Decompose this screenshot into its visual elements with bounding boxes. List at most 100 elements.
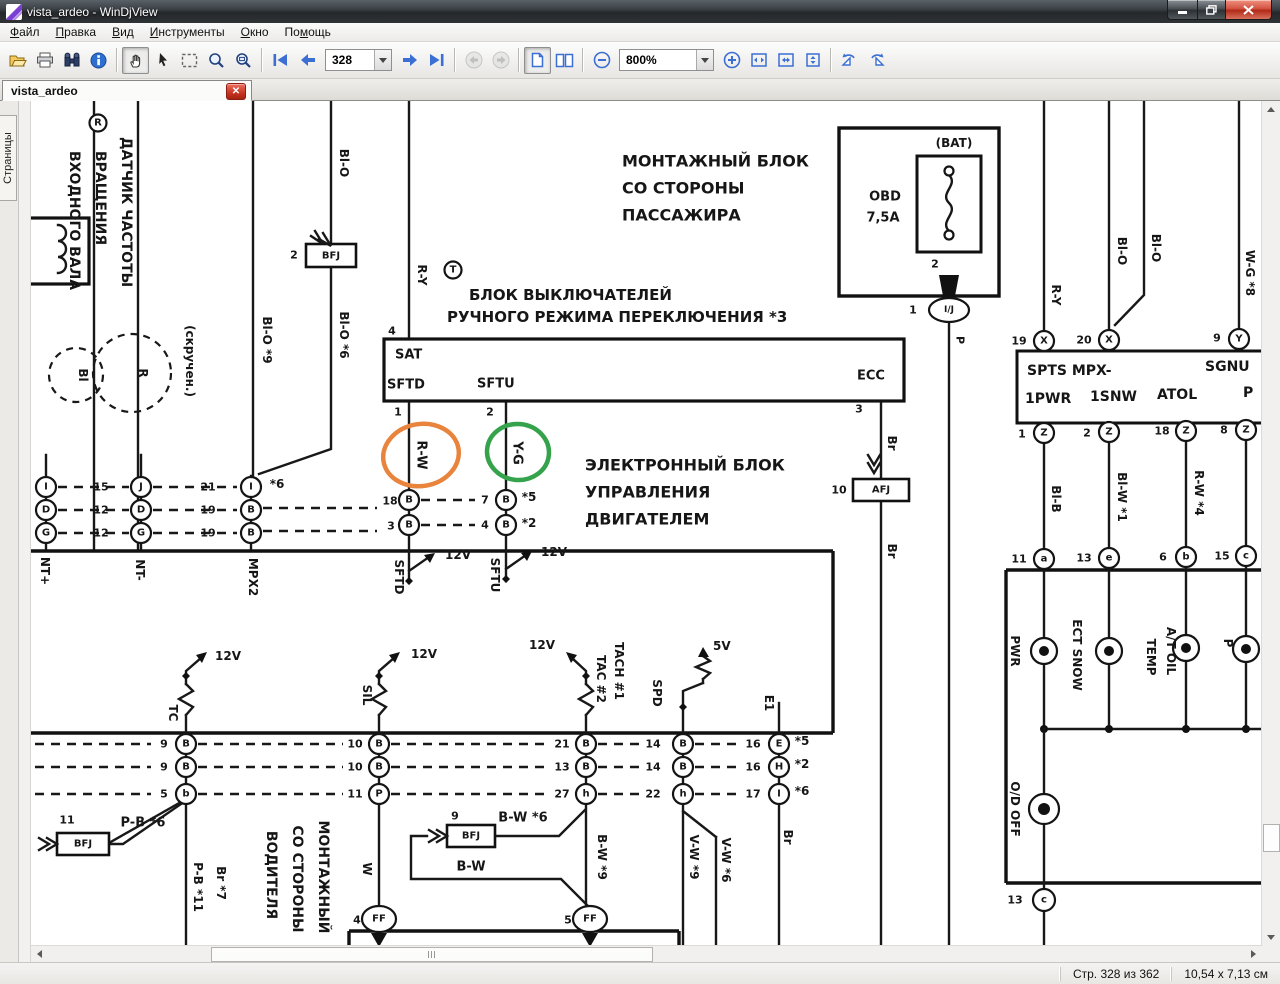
diagram-label: H: [775, 762, 783, 773]
first-page-button[interactable]: [267, 47, 294, 74]
vertical-scrollbar[interactable]: [1261, 101, 1280, 946]
facing-pages-layout-button[interactable]: [551, 47, 578, 74]
diagram-label: МОНТАЖНЫЙ БЛОК: [622, 152, 809, 171]
diagram-label: 7,5A: [866, 211, 899, 226]
zoom-out-button[interactable]: [588, 47, 615, 74]
restore-button[interactable]: [1198, 0, 1226, 20]
menu-item[interactable]: Правка: [48, 24, 105, 40]
diagram-label: ВХОДНОГО ВАЛА: [66, 151, 82, 290]
zoom-combo-dropdown[interactable]: [696, 50, 713, 70]
fit-height-button[interactable]: [799, 47, 826, 74]
diagram-label: T: [450, 265, 457, 276]
diagram-label: Y: [1234, 334, 1243, 345]
diagram-label: 18: [382, 495, 397, 508]
diagram-label: h: [582, 789, 589, 800]
diagram-label: 13: [554, 761, 569, 774]
horizontal-scrollbar-thumb[interactable]: [211, 947, 653, 962]
minimize-button[interactable]: [1167, 0, 1198, 20]
rotate-left-icon: [840, 52, 859, 68]
scroll-right-arrow-icon[interactable]: [1245, 946, 1262, 962]
diagram-label: SFTD: [387, 378, 425, 393]
diagram-label: W-G *8: [1243, 250, 1257, 296]
diagram-label: (скручен.): [183, 325, 197, 397]
diagram-label: SFTD: [392, 560, 406, 595]
diagram-label: Z: [1105, 427, 1112, 438]
tab-close-button[interactable]: ✕: [226, 83, 246, 100]
hand-tool-button[interactable]: [122, 47, 149, 74]
horizontal-scrollbar[interactable]: [31, 945, 1262, 962]
zoom-level-combo[interactable]: 800%: [619, 49, 714, 71]
diagram-label: P: [375, 789, 382, 800]
document-view[interactable]: ДАТЧИК ЧАСТОТЫВРАЩЕНИЯВХОДНОГО ВАЛАRBlR(…: [31, 101, 1280, 962]
search-button[interactable]: [58, 47, 85, 74]
diagram-label: h: [679, 789, 686, 800]
menu-item[interactable]: Окно: [233, 24, 277, 40]
menu-item[interactable]: Помощь: [277, 24, 339, 40]
diagram-label: 1: [394, 406, 402, 419]
prev-page-icon: [300, 53, 316, 67]
diagram-label: 4: [388, 325, 396, 338]
page-combo-dropdown[interactable]: [374, 50, 391, 70]
diagram-label: B: [405, 495, 413, 506]
diagram-label: P-B *6: [121, 816, 166, 831]
diagram-label: *2: [795, 757, 810, 771]
chevron-down-icon: [379, 58, 387, 63]
zoom-level-value[interactable]: 800%: [620, 53, 696, 67]
last-page-button[interactable]: [423, 47, 450, 74]
single-page-layout-button[interactable]: [524, 47, 551, 74]
sidebar-splitter[interactable]: [19, 101, 31, 962]
document-tab[interactable]: vista_ardeo ✕: [2, 80, 252, 101]
menu-item[interactable]: Вид: [104, 24, 142, 40]
chevron-down-icon: [701, 58, 709, 63]
diagram-label: 12V: [529, 638, 556, 652]
back-button[interactable]: [460, 47, 487, 74]
forward-button[interactable]: [487, 47, 514, 74]
window-title: vista_ardeo - WinDjView: [27, 5, 158, 19]
diagram-label: BFJ: [74, 839, 92, 850]
print-button[interactable]: [31, 47, 58, 74]
diagram-label: P: [954, 336, 967, 344]
rotate-right-button[interactable]: [863, 47, 890, 74]
scroll-down-arrow-icon[interactable]: [1262, 929, 1280, 946]
diagram-label: FF: [372, 914, 386, 925]
info-button[interactable]: [85, 47, 112, 74]
zoom-in-button[interactable]: [718, 47, 745, 74]
diagram-label: V-W *9: [687, 835, 701, 880]
diagram-label: *5: [522, 490, 537, 504]
fit-width-button[interactable]: [745, 47, 772, 74]
fit-page-button[interactable]: [772, 47, 799, 74]
prev-page-button[interactable]: [294, 47, 321, 74]
diagram-label: 16: [745, 738, 761, 751]
app-window: vista_ardeo - WinDjView ФайлПравкаВидИнс…: [0, 0, 1280, 984]
scroll-left-arrow-icon[interactable]: [31, 946, 48, 962]
diagram-label: ПАССАЖИРА: [622, 206, 741, 225]
diagram-label: Br *7: [214, 866, 228, 900]
menu-item[interactable]: Файл: [2, 24, 48, 40]
diagram-label: R: [94, 118, 102, 129]
rotate-left-button[interactable]: [836, 47, 863, 74]
diagram-label: 17: [745, 788, 760, 801]
diagram-components: [31, 115, 1263, 948]
rect-select-button[interactable]: [176, 47, 203, 74]
zoom-tool-button[interactable]: [203, 47, 230, 74]
next-page-button[interactable]: [396, 47, 423, 74]
close-button[interactable]: [1226, 0, 1272, 20]
scroll-up-arrow-icon[interactable]: [1262, 101, 1280, 118]
diagram-label: 3: [855, 403, 863, 416]
page-number-combo[interactable]: 328: [325, 49, 392, 71]
facing-pages-icon: [555, 53, 574, 68]
zoom-window-button[interactable]: [230, 47, 257, 74]
diagram-label: B: [182, 762, 190, 773]
diagram-label: РУЧНОГО РЕЖИМА ПЕРЕКЛЮЧЕНИЯ *3: [447, 308, 787, 326]
toolbar-separator: [454, 48, 456, 72]
open-button[interactable]: [4, 47, 31, 74]
menu-bar: ФайлПравкаВидИнструментыОкноПомощь: [0, 23, 1280, 42]
select-tool-button[interactable]: [149, 47, 176, 74]
page-number-value[interactable]: 328: [326, 53, 374, 67]
menu-item[interactable]: Инструменты: [142, 24, 233, 40]
diagram-label: *5: [795, 734, 810, 748]
vertical-scrollbar-thumb[interactable]: [1263, 824, 1280, 852]
tab-bar: vista_ardeo ✕: [0, 79, 1280, 101]
sidebar-tab-pages[interactable]: Страницы: [0, 115, 17, 201]
diagram-label: B: [679, 739, 687, 750]
